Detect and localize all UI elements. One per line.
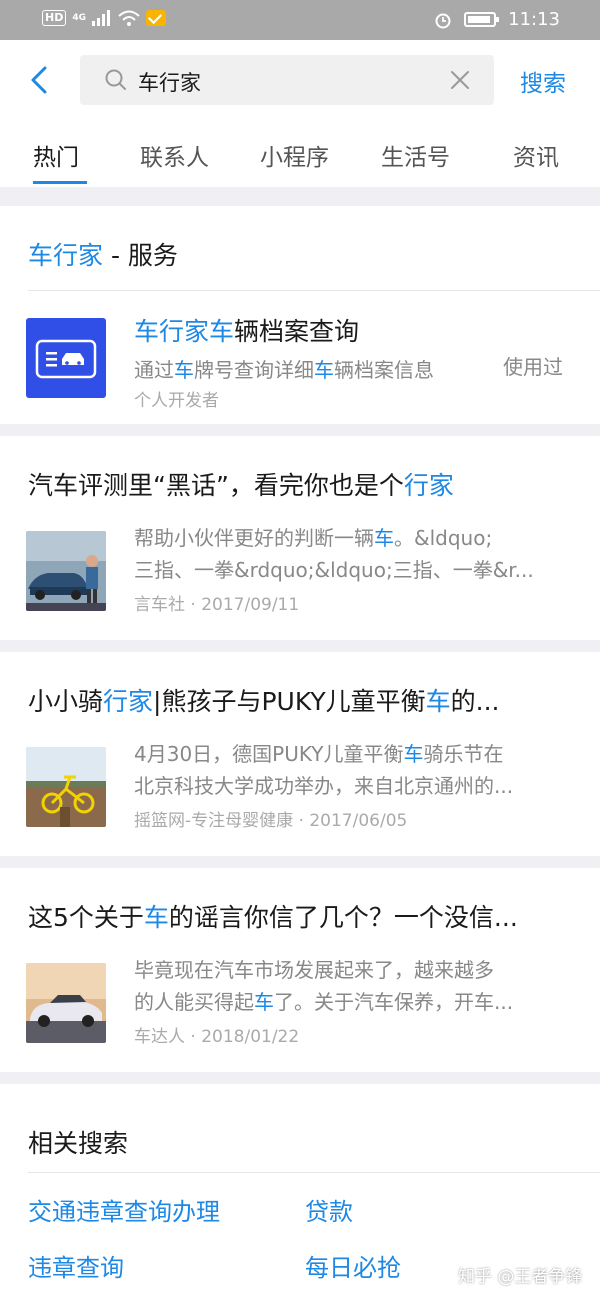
car-service-icon	[26, 318, 106, 398]
article-thumbnail	[26, 531, 106, 611]
back-arrow-icon[interactable]	[26, 65, 56, 95]
battery-icon	[464, 12, 500, 27]
mail-notification-icon	[146, 10, 166, 26]
tab-news[interactable]: 资讯	[513, 138, 559, 172]
article-snippet-line: 帮助小伙伴更好的判断一辆车。&ldquo;	[134, 526, 493, 550]
search-input[interactable]: 车行家	[80, 55, 494, 105]
divider	[28, 1172, 600, 1173]
watermark: 知乎 @王者争锋	[458, 1267, 583, 1287]
article-card[interactable]: 汽车评测里“黑话”，看完你也是个行家 帮助小伙伴更好的判断一辆车。&ldquo;…	[0, 436, 600, 640]
article-meta: 车达人 · 2018/01/22	[134, 1027, 300, 1047]
search-icon	[105, 69, 126, 90]
network-type: 4G	[72, 12, 86, 23]
used-badge: 使用过	[503, 355, 563, 379]
tab-contacts[interactable]: 联系人	[140, 138, 209, 172]
search-header: 车行家 搜索 热门 联系人 小程序 生活号 资讯	[0, 40, 600, 187]
signal-icon	[92, 10, 110, 26]
article-snippet-line: 毕竟现在汽车市场发展起来了，越来越多	[134, 958, 494, 982]
tab-mini-programs[interactable]: 小程序	[260, 138, 329, 172]
related-search-link[interactable]: 违章查询	[28, 1248, 124, 1283]
article-thumbnail	[26, 963, 106, 1043]
article-snippet-line: 的人能买得起车了。关于汽车保养，开车...	[134, 990, 514, 1014]
clear-icon[interactable]	[450, 70, 470, 90]
wifi-icon	[118, 10, 140, 26]
tab-bar: 热门 联系人 小程序 生活号 资讯	[0, 132, 600, 187]
search-query: 车行家	[138, 71, 201, 95]
related-search-link[interactable]: 交通违章查询办理	[28, 1192, 220, 1227]
article-snippet-line: 北京科技大学成功举办，来自北京通州的...	[134, 774, 514, 798]
article-title: 小小骑行家|熊孩子与PUKY儿童平衡车的...	[28, 687, 500, 716]
hd-indicator: HD	[42, 10, 67, 26]
article-meta: 言车社 · 2017/09/11	[134, 595, 300, 615]
article-card[interactable]: 这5个关于车的谣言你信了几个？一个没信... 毕竟现在汽车市场发展起来了，越来越…	[0, 868, 600, 1072]
article-card[interactable]: 小小骑行家|熊孩子与PUKY儿童平衡车的... 4月30日，德国PUKY儿童平衡…	[0, 652, 600, 856]
service-developer: 个人开发者	[134, 391, 219, 411]
article-snippet-line: 4月30日，德国PUKY儿童平衡车骑乐节在	[134, 742, 504, 766]
service-section-title: 车行家 - 服务	[28, 241, 178, 270]
related-search-link[interactable]: 每日必抢	[305, 1248, 401, 1283]
tab-hot[interactable]: 热门	[33, 138, 79, 172]
active-tab-indicator	[33, 181, 87, 184]
article-title: 这5个关于车的谣言你信了几个？一个没信...	[28, 903, 518, 932]
clock: 11:13	[508, 9, 560, 30]
article-meta: 摇篮网-专注母婴健康 · 2017/06/05	[134, 811, 408, 831]
service-title: 车行家车辆档案查询	[134, 317, 360, 346]
related-searches-title: 相关搜索	[28, 1129, 129, 1158]
status-bar: HD 4G 11:13	[0, 0, 600, 40]
article-title: 汽车评测里“黑话”，看完你也是个行家	[28, 471, 454, 500]
article-snippet-line: 三指、一拳&rdquo;&ldquo;三指、一拳&r...	[134, 558, 534, 582]
service-section: 车行家 - 服务 车行家车辆档案查询 通过车牌号查询详细车辆档案信息 个人开发者…	[0, 206, 600, 424]
divider	[28, 290, 600, 291]
tab-life-accounts[interactable]: 生活号	[381, 138, 450, 172]
search-button[interactable]: 搜索	[520, 64, 566, 98]
alarm-icon	[435, 13, 451, 28]
service-description: 通过车牌号查询详细车辆档案信息	[134, 358, 434, 382]
related-search-link[interactable]: 贷款	[305, 1192, 353, 1227]
article-thumbnail	[26, 747, 106, 827]
